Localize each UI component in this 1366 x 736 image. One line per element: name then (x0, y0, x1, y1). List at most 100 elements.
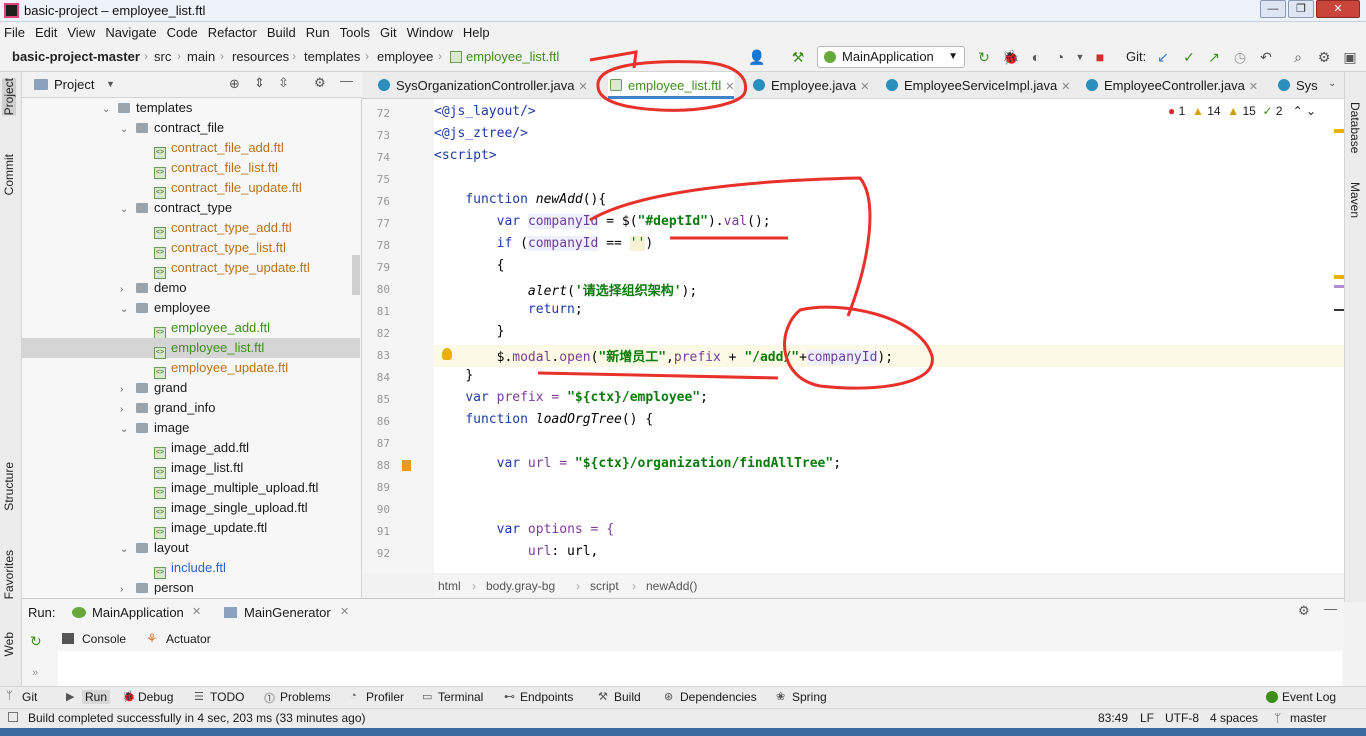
line-number[interactable]: 88 (362, 459, 390, 472)
maximize-button[interactable]: ❐ (1288, 0, 1314, 18)
hide-panel-icon[interactable]: — (340, 73, 353, 88)
tree-file[interactable]: <> contract_type_list.ftl (22, 238, 286, 259)
chevron-right-icon[interactable]: › (120, 580, 132, 600)
gear-icon[interactable]: ⚙ (1316, 49, 1332, 65)
tool-tab-web[interactable]: Web (2, 632, 16, 656)
tree-file[interactable]: <> contract_file_update.ftl (22, 178, 302, 199)
line-number[interactable]: 92 (362, 547, 390, 560)
tree-file[interactable]: <> contract_type_update.ftl (22, 258, 310, 279)
git-update-icon[interactable]: ↙ (1155, 49, 1171, 65)
line-number[interactable]: 78 (362, 239, 390, 252)
gear-icon[interactable]: ⚙ (314, 75, 326, 91)
menu-build[interactable]: Build (267, 25, 296, 40)
tree-folder[interactable]: ⌄ image (22, 418, 189, 438)
chevron-down-icon[interactable]: ▼ (106, 79, 115, 89)
lightbulb-icon[interactable] (442, 348, 452, 360)
breadcrumb-employee[interactable]: employee (377, 49, 433, 64)
error-stripe-mark[interactable] (1334, 309, 1344, 311)
line-number[interactable]: 81 (362, 305, 390, 318)
search-icon[interactable]: ⌕ (1290, 49, 1306, 65)
line-number[interactable]: 84 (362, 371, 390, 384)
line-number[interactable]: 82 (362, 327, 390, 340)
chevron-down-icon[interactable]: ⌄ (120, 300, 132, 320)
debug-icon[interactable]: 🐞 (1002, 49, 1019, 65)
profile-icon[interactable]: ◔ (1052, 49, 1068, 65)
rerun-icon[interactable]: ↻ (30, 633, 42, 650)
code-crumb-html[interactable]: html (438, 579, 461, 593)
status-encoding[interactable]: UTF-8 (1165, 711, 1199, 725)
expand-icon[interactable]: » (32, 667, 38, 679)
code-editor[interactable]: 72 73 74 75 76 77 78 79 80 81 82 83 84 85 86 87 88 89 90 91… (362, 99, 1344, 573)
status-caret-position[interactable]: 83:49 (1098, 711, 1128, 725)
collapse-all-icon[interactable]: ⇕ (254, 75, 265, 91)
tool-tab-database[interactable]: Database (1348, 102, 1362, 153)
menu-edit[interactable]: Edit (35, 25, 57, 40)
history-icon[interactable]: ◷ (1232, 49, 1248, 65)
menu-code[interactable]: Code (167, 25, 198, 40)
project-panel-title[interactable]: Project (54, 77, 94, 92)
tool-window-dependencies[interactable]: Dependencies (680, 690, 757, 704)
chevron-right-icon[interactable]: › (120, 380, 132, 400)
tool-window-endpoints[interactable]: Endpoints (520, 690, 573, 704)
error-stripe-mark[interactable] (1334, 285, 1344, 288)
tool-tab-maven[interactable]: Maven (1348, 182, 1362, 218)
tool-window-spring[interactable]: Spring (792, 690, 827, 704)
console-output[interactable] (58, 651, 1342, 687)
menu-run[interactable]: Run (306, 25, 330, 40)
close-tab-icon[interactable]: ✕ (1061, 81, 1070, 93)
hammer-icon[interactable]: ⚒ (790, 49, 806, 65)
error-stripe-mark[interactable] (1334, 129, 1344, 133)
ide-icon[interactable]: ▣ (1342, 49, 1358, 65)
project-scrollbar[interactable] (352, 255, 360, 295)
chevron-down-icon[interactable]: ⌄ (120, 420, 132, 440)
close-tab-icon[interactable]: ✕ (340, 605, 349, 618)
tool-window-build[interactable]: Build (614, 690, 641, 704)
tree-file[interactable]: <> employee_list.ftl (22, 338, 360, 359)
menu-file[interactable]: File (4, 25, 25, 40)
chevron-right-icon[interactable]: › (120, 280, 132, 300)
menu-view[interactable]: View (67, 25, 95, 40)
more-run-chevron-icon[interactable]: ▼ (1072, 49, 1088, 65)
status-branch[interactable]: master (1290, 711, 1327, 725)
code-crumb-body[interactable]: body.gray-bg (486, 579, 555, 593)
tree-folder[interactable]: › demo (22, 278, 187, 298)
menu-navigate[interactable]: Navigate (105, 25, 156, 40)
minimize-button[interactable]: — (1260, 0, 1286, 18)
close-tab-icon[interactable]: ✕ (860, 81, 869, 93)
breadcrumb-project[interactable]: basic-project-master (12, 49, 140, 64)
locate-icon[interactable]: ⊕ (229, 76, 240, 92)
tree-file[interactable]: <> employee_update.ftl (22, 358, 288, 379)
line-number[interactable]: 74 (362, 151, 390, 164)
line-number[interactable]: 85 (362, 393, 390, 406)
line-number[interactable]: 72 (362, 107, 390, 120)
tool-tab-favorites[interactable]: Favorites (2, 550, 16, 599)
rollback-icon[interactable]: ↶ (1258, 49, 1274, 65)
close-tab-icon[interactable]: ✕ (725, 81, 734, 93)
menu-tools[interactable]: Tools (340, 25, 370, 40)
tool-tab-structure[interactable]: Structure (2, 462, 16, 511)
status-line-separator[interactable]: LF (1140, 711, 1154, 725)
tree-file[interactable]: <> image_update.ftl (22, 518, 267, 539)
chevron-down-icon[interactable]: ⌄ (120, 540, 132, 560)
error-stripe-mark[interactable] (1334, 275, 1344, 279)
breadcrumb-templates[interactable]: templates (304, 49, 360, 64)
close-button[interactable]: ✕ (1316, 0, 1360, 18)
line-number[interactable]: 77 (362, 217, 390, 230)
close-tab-icon[interactable]: ✕ (578, 81, 587, 93)
tree-file[interactable]: <> image_single_upload.ftl (22, 498, 308, 519)
line-number[interactable]: 75 (362, 173, 390, 186)
tree-file[interactable]: <> contract_type_add.ftl (22, 218, 292, 239)
user-icon[interactable]: 👤 (748, 49, 765, 65)
tree-file[interactable]: <> image_multiple_upload.ftl (22, 478, 318, 499)
line-number[interactable]: 80 (362, 283, 390, 296)
run-subtab-actuator[interactable]: Actuator (166, 632, 211, 646)
tab-list-chevron-icon[interactable]: ⌄ (1328, 78, 1336, 89)
tree-file[interactable]: <> image_add.ftl (22, 438, 249, 459)
editor-tab-employeeserviceimpl[interactable]: EmployeeServiceImpl.java ✕ (884, 72, 1070, 99)
previous-highlight-icon[interactable]: ⌃ (1293, 104, 1303, 118)
tree-folder[interactable]: ⌄ contract_type (22, 198, 232, 218)
tool-window-git[interactable]: Git (22, 690, 37, 704)
tree-folder[interactable]: ⌄ layout (22, 538, 189, 558)
breadcrumb-resources[interactable]: resources (232, 49, 289, 64)
status-message[interactable]: Build completed successfully in 4 sec, 2… (28, 711, 366, 725)
